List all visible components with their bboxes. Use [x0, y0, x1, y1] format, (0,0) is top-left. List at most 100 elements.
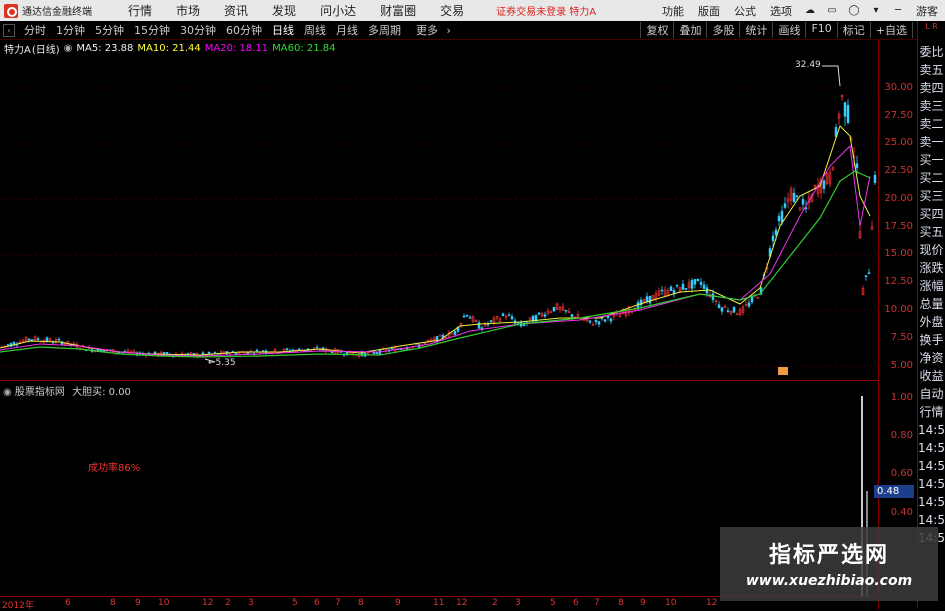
candle-body — [750, 296, 754, 303]
menu-zixun[interactable]: 资讯 — [212, 2, 260, 19]
user-icon[interactable]: ◯ — [846, 5, 862, 17]
side-time: 14:55 — [918, 441, 945, 455]
side-label-buy5[interactable]: 买五 — [918, 223, 945, 241]
side-label-net-asset[interactable]: 净资 — [918, 349, 945, 367]
minimize-icon[interactable]: ─ — [890, 5, 906, 17]
side-label-sell5[interactable]: 卖五 — [918, 61, 945, 79]
tab-weekly[interactable]: 周线 — [299, 24, 331, 37]
side-label-weibi[interactable]: 委比 — [918, 43, 945, 61]
price-tick: 12.50 — [884, 276, 913, 287]
candle-body — [201, 352, 205, 355]
side-label-outer[interactable]: 外盘 — [918, 313, 945, 331]
menu-hangqing[interactable]: 行情 — [116, 2, 164, 19]
watermark-url: www.xuezhibiao.com — [745, 573, 913, 589]
candle-body — [510, 316, 514, 320]
menu-gongshi[interactable]: 公式 — [727, 3, 763, 19]
panel-toggle[interactable]: L R — [918, 21, 945, 43]
candle-body — [777, 215, 781, 222]
back-nav-icon[interactable]: ‹ — [3, 23, 15, 37]
candle-body — [648, 295, 652, 304]
menu-xuanxiang[interactable]: 选项 — [763, 3, 799, 19]
login-status[interactable]: 证券交易未登录 特力A — [496, 3, 596, 18]
statistics-button[interactable]: 统计 — [739, 22, 772, 38]
candle-body — [390, 347, 394, 350]
candle-body — [375, 352, 379, 354]
multi-stock-button[interactable]: 多股 — [706, 22, 739, 38]
tab-daily[interactable]: 日线 — [267, 24, 299, 37]
side-label-buy4[interactable]: 买四 — [918, 205, 945, 223]
side-label-buy3[interactable]: 买三 — [918, 187, 945, 205]
menu-shichang[interactable]: 市场 — [164, 2, 212, 19]
chat-icon[interactable]: ▭ — [824, 5, 840, 17]
side-label-buy2[interactable]: 买二 — [918, 169, 945, 187]
tab-multi-period[interactable]: 多周期 — [363, 24, 406, 37]
tab-30min[interactable]: 30分钟 — [175, 24, 221, 37]
mark-button[interactable]: 标记 — [836, 22, 870, 38]
side-label-sell4[interactable]: 卖四 — [918, 79, 945, 97]
side-label-sell3[interactable]: 卖三 — [918, 97, 945, 115]
tab-15min[interactable]: 15分钟 — [129, 24, 175, 37]
candle-body — [864, 275, 868, 277]
menu-jiaoyi[interactable]: 交易 — [428, 2, 476, 19]
indicator-tick: 0.80 — [890, 430, 913, 441]
candle-body — [645, 296, 649, 302]
candle-body — [453, 330, 457, 335]
guest-label[interactable]: 游客 — [909, 3, 945, 19]
peak-marker — [822, 65, 841, 87]
candlestick-chart[interactable] — [0, 56, 878, 380]
restore-rights-button[interactable]: 复权 — [640, 22, 673, 38]
side-label-volume[interactable]: 总量 — [918, 295, 945, 313]
side-label-turnover[interactable]: 换手 — [918, 331, 945, 349]
date-tick: 2012年 — [2, 601, 34, 611]
side-label-change-pct[interactable]: 涨幅 — [918, 277, 945, 295]
side-label-sell2[interactable]: 卖二 — [918, 115, 945, 133]
side-label-sell1[interactable]: 卖一 — [918, 133, 945, 151]
dropdown-icon[interactable]: ▾ — [868, 5, 884, 17]
tab-60min[interactable]: 60分钟 — [221, 24, 267, 37]
candle-body — [846, 105, 850, 123]
f10-button[interactable]: F10 — [805, 22, 836, 38]
settings-icon[interactable]: ◉ — [64, 43, 73, 54]
side-label-earnings[interactable]: 收益 — [918, 367, 945, 385]
candle-body — [873, 175, 877, 183]
draw-line-button[interactable]: 画线 — [772, 22, 805, 38]
ma10-value: MA10: 21.44 — [137, 42, 201, 54]
candle-body — [822, 180, 826, 189]
side-label-quotes[interactable]: 行情 — [918, 403, 945, 421]
date-tick: 12 — [706, 598, 718, 608]
overlay-button[interactable]: 叠加 — [673, 22, 706, 38]
tab-5min[interactable]: 5分钟 — [90, 24, 129, 37]
candle-body — [771, 235, 775, 242]
side-time: 14:56 — [918, 477, 945, 491]
side-label-price[interactable]: 现价 — [918, 241, 945, 259]
pane-divider[interactable] — [0, 380, 878, 381]
candle-body — [717, 304, 721, 308]
menu-caifuquan[interactable]: 财富圈 — [368, 2, 428, 19]
tab-more[interactable]: 更多 › — [406, 24, 456, 37]
ma5-value: MA5: 23.88 — [76, 42, 134, 54]
ma-info-bar: 特力A (日线) ◉ MA5: 23.88 MA10: 21.44 MA20: … — [0, 40, 336, 56]
tab-fenshi[interactable]: 分时 — [19, 24, 51, 37]
date-tick: 5 — [292, 598, 298, 608]
side-label-buy1[interactable]: 买一 — [918, 151, 945, 169]
candle-body — [660, 289, 664, 292]
menu-gongneng[interactable]: 功能 — [655, 3, 691, 19]
tab-1min[interactable]: 1分钟 — [51, 24, 90, 37]
side-label-change[interactable]: 涨跌 — [918, 259, 945, 277]
candle-body — [693, 279, 697, 285]
side-label-auto[interactable]: 自动 — [918, 385, 945, 403]
candle-body — [297, 348, 301, 350]
date-tick: 5 — [550, 598, 556, 608]
price-tick: 7.50 — [890, 332, 913, 343]
cloud-icon[interactable]: ☁ — [802, 5, 818, 17]
menu-banmian[interactable]: 版面 — [691, 3, 727, 19]
stock-name: 特力A — [4, 44, 31, 56]
period-toolbar: ‹ 分时 1分钟 5分钟 15分钟 30分钟 60分钟 日线 周线 月线 多周期 更多 › 复权 叠… — [0, 21, 945, 40]
event-marker[interactable] — [778, 367, 788, 375]
menu-faxian[interactable]: 发现 — [260, 2, 308, 19]
tab-monthly[interactable]: 月线 — [331, 24, 363, 37]
tool-buttons: 复权 叠加 多股 统计 画线 F10 标记 +自选 返回 — [640, 22, 945, 38]
menu-wenxiaoda[interactable]: 问小达 — [308, 2, 368, 19]
add-watchlist-button[interactable]: +自选 — [869, 22, 912, 38]
candle-body — [675, 284, 679, 287]
